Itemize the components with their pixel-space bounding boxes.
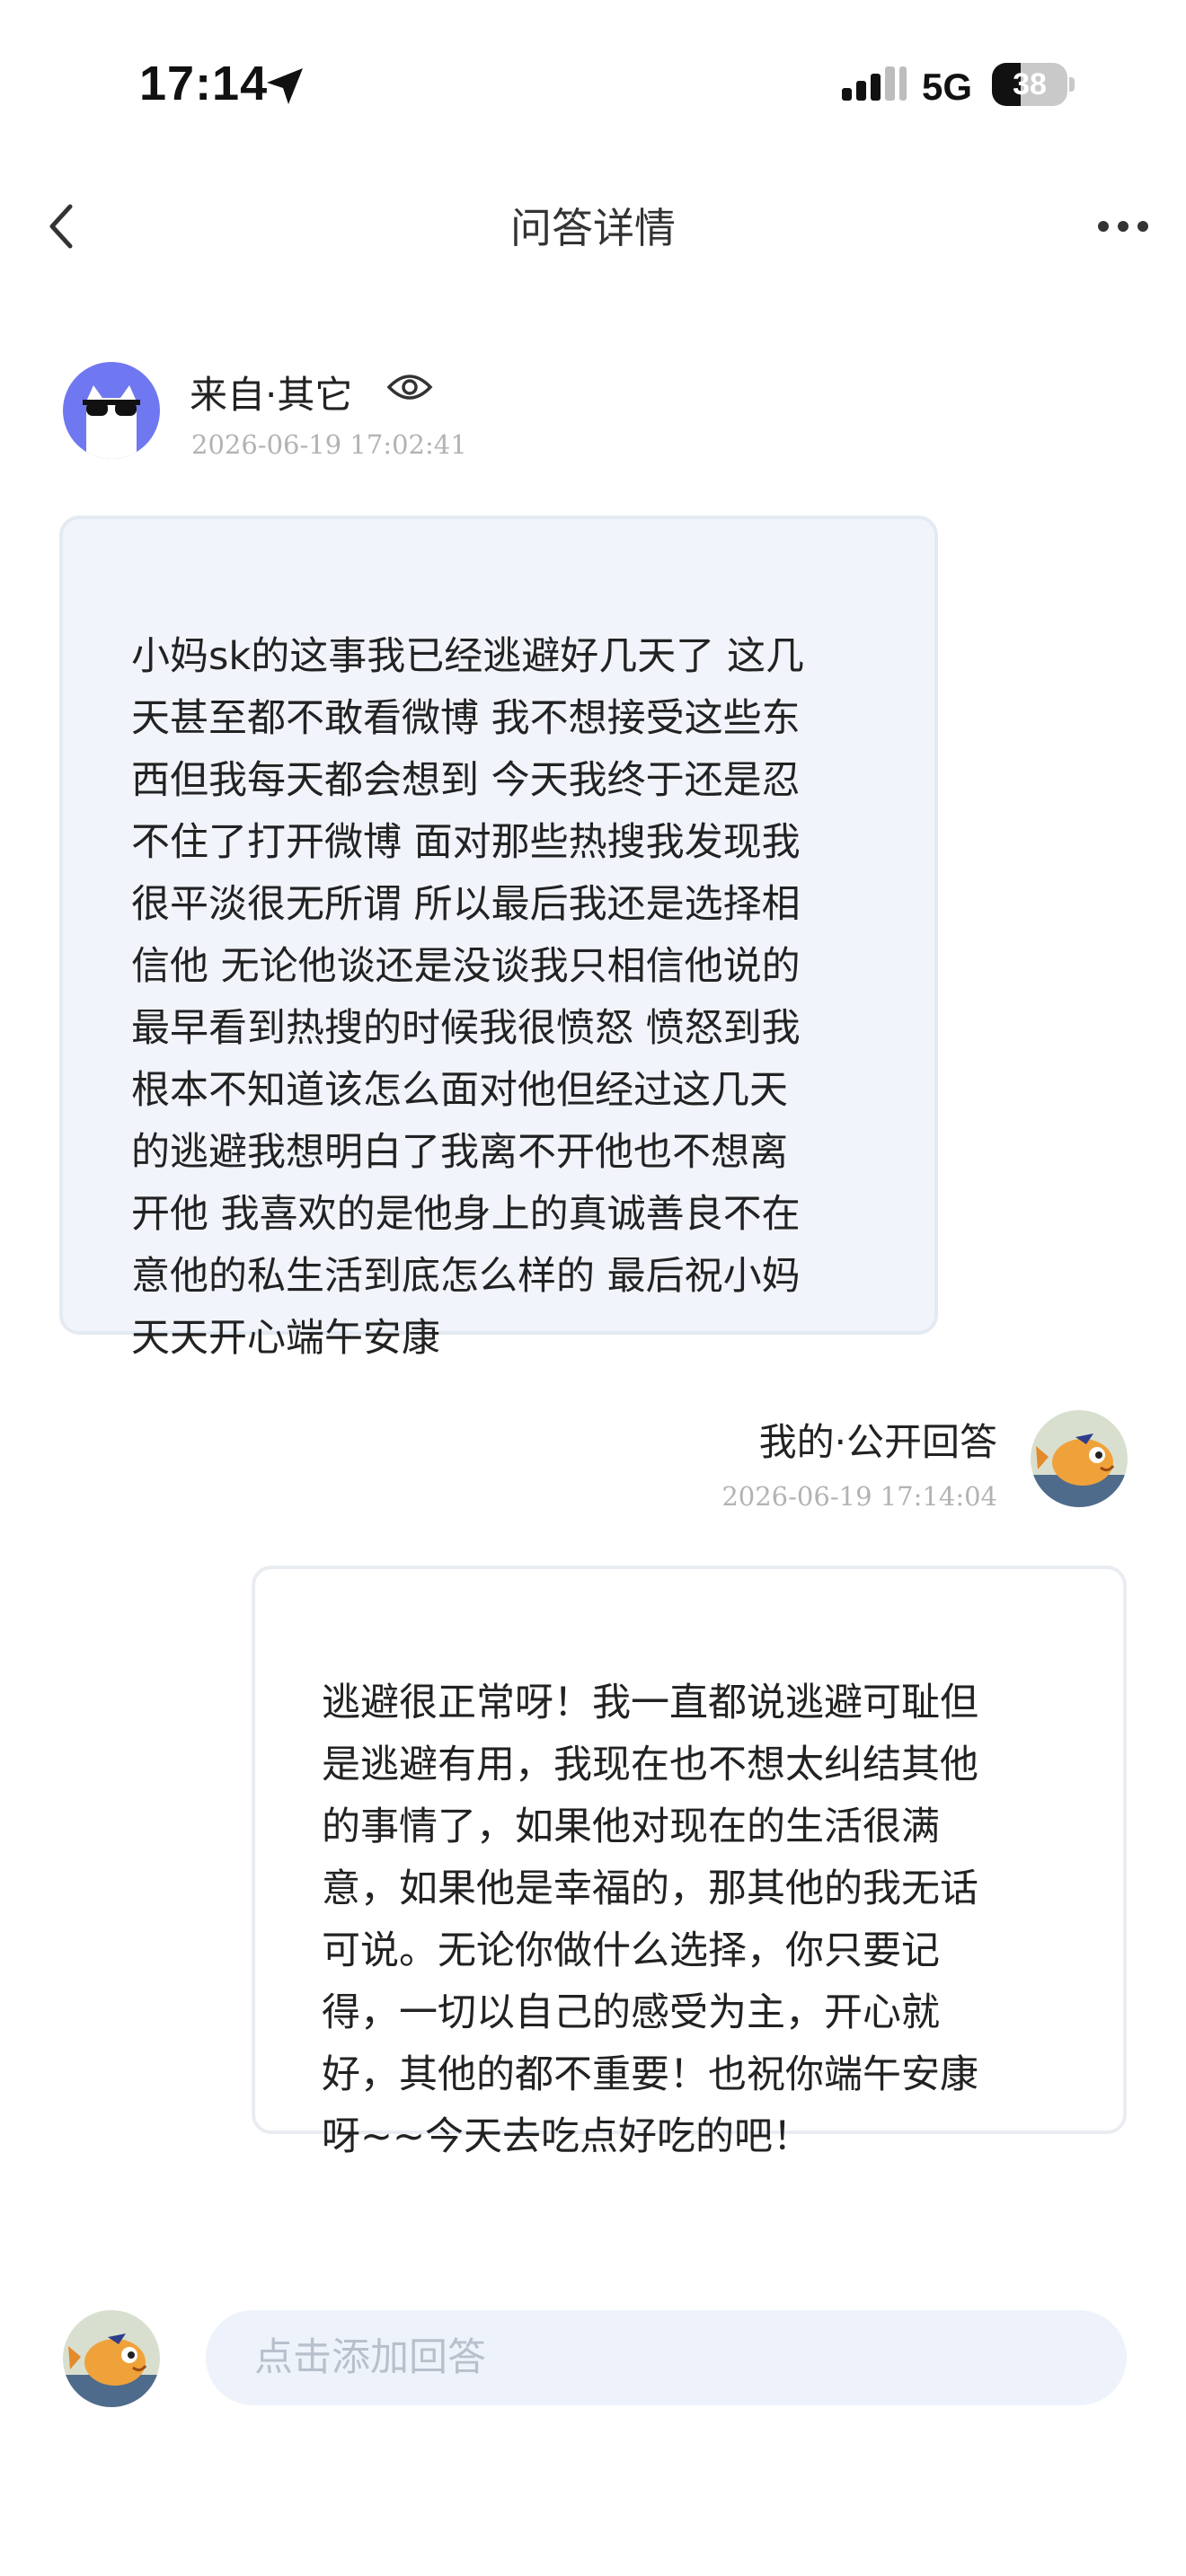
question-source-label: 来自·其它 (190, 373, 353, 417)
answer-line: 呀~~今天去吃点好吃的吧！ (322, 2114, 812, 2159)
battery-level: 38 (1013, 67, 1047, 101)
question-line: 很平淡很无所谓 所以最后我还是选择相 (131, 882, 801, 927)
cartoon-fish-avatar-icon (63, 2310, 160, 2407)
signal-bars-icon (842, 66, 907, 101)
answer-line: 的事情了，如果他对现在的生活很满 (322, 1804, 940, 1849)
question-bubble: 小妈sk的这事我已经逃避好几天了 这几 天甚至都不敢看微博 我不想接受这些东 西但我… (59, 516, 938, 1361)
location-arrow-icon (267, 68, 303, 104)
answer-line: 好，其他的都不重要！也祝你端午安康 (322, 2052, 978, 2097)
question-time: 2026-06-19 17:02:41 (191, 429, 467, 460)
page-title: 问答详情 (510, 204, 676, 252)
question-line: 天甚至都不敢看微博 我不想接受这些东 (131, 696, 801, 741)
question-line: 的逃避我想明白了我离不开他也不想离 (131, 1130, 788, 1175)
answer-line: 得，一切以自己的感受为主，开心就 (322, 1990, 940, 2035)
answer-label: 我的·公开回答 (758, 1420, 997, 1464)
status-time: 17:14 (139, 57, 269, 110)
status-bar: 17:14 5G 38 (0, 0, 1186, 171)
add-answer-input[interactable]: 点击添加回答 (206, 2310, 1127, 2405)
cartoon-fish-avatar-icon (1031, 1410, 1128, 1507)
question-line: 小妈sk的这事我已经逃避好几天了 这几 (131, 634, 804, 679)
question-line: 西但我每天都会想到 今天我终于还是忍 (131, 758, 801, 803)
question-line: 开他 我喜欢的是他身上的真诚善良不在 (131, 1192, 801, 1237)
question-line: 天天开心端午安康 (131, 1316, 440, 1361)
more-dots-icon[interactable] (1096, 219, 1150, 234)
answer-time: 2026-06-19 17:14:04 (721, 1481, 997, 1512)
eye-icon[interactable] (386, 368, 433, 406)
answer-line: 意，如果他是幸福的，那其他的我无话 (322, 1866, 978, 1911)
answer-text: 逃避很正常呀！我一直都说逃避可耻但 是逃避有用，我现在也不想太纠结其他 的事情了，如… (322, 1672, 1069, 2168)
nav-bar: 问答详情 (0, 171, 1186, 278)
answerer-avatar (1031, 1410, 1128, 1507)
battery-icon: 38 (992, 63, 1075, 106)
question-line: 最早看到热搜的时候我很愤怒 愤怒到我 (131, 1006, 801, 1051)
answer-line: 逃避很正常呀！我一直都说逃避可耻但 (322, 1681, 978, 1725)
question-text: 小妈sk的这事我已经逃避好几天了 这几 天甚至都不敢看微博 我不想接受这些东 西但我… (131, 626, 881, 1370)
asker-avatar (63, 362, 160, 459)
answer-line: 可说。无论你做什么选择，你只要记 (322, 1928, 940, 1973)
network-type: 5G (922, 66, 973, 108)
question-line: 信他 无论他谈还是没谈我只相信他说的 (131, 944, 801, 989)
my-avatar (63, 2310, 160, 2407)
question-line: 根本不知道该怎么面对他但经过这几天 (131, 1068, 788, 1113)
answer-line: 是逃避有用，我现在也不想太纠结其他 (322, 1742, 978, 1787)
answer-bubble: 逃避很正常呀！我一直都说逃避可耻但 是逃避有用，我现在也不想太纠结其他 的事情了，如… (252, 1566, 1127, 2159)
question-line: 意他的私生活到底怎么样的 最后祝小妈 (131, 1254, 801, 1299)
question-line: 不住了打开微博 面对那些热搜我发现我 (131, 820, 801, 865)
anonymous-cat-icon (63, 362, 160, 459)
